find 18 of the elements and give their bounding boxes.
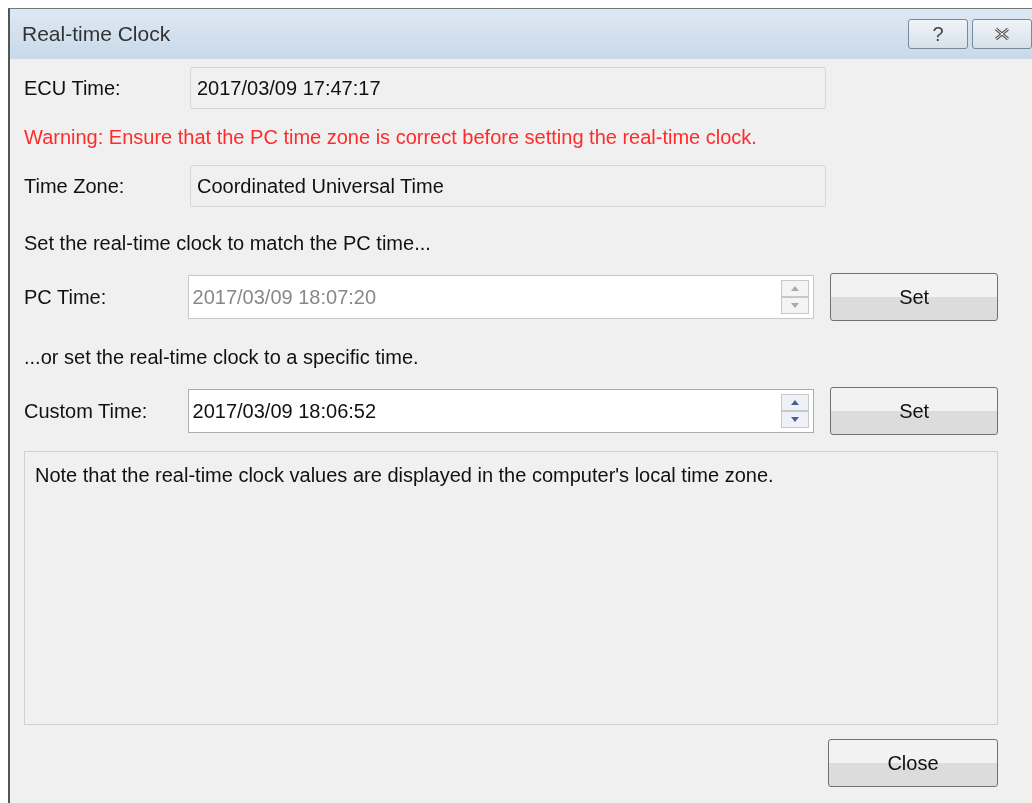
spinner-arrows[interactable] (781, 394, 810, 428)
close-icon (993, 27, 1011, 41)
help-button[interactable]: ? (908, 19, 968, 49)
set-button[interactable]: Set (830, 387, 998, 435)
window-title: Real-time Clock (22, 22, 171, 46)
note-text: Note that the real-time clock values are displayed in the computer's local time zone. (35, 464, 774, 486)
field-label: PC Time: (24, 285, 108, 309)
instruction-text: Set the real-time clock to match the PC time... (24, 231, 432, 256)
readonly-field: 2017/03/09 17:47:17 (190, 67, 826, 109)
field-label: Custom Time: (24, 399, 149, 423)
field-label: ECU Time: (24, 76, 122, 100)
warning-text: Warning: Ensure that the PC time zone is correct before setting the real-time clock. (24, 125, 758, 150)
field-label: Time Zone: (24, 174, 126, 198)
instruction-text: ...or set the real-time clock to a specific time. (24, 345, 420, 370)
time-field[interactable]: 2017/03/09 18:06:52 (187, 389, 815, 433)
readonly-field: Coordinated Universal Time (190, 165, 826, 207)
close-window-button[interactable] (972, 19, 1032, 49)
close-button[interactable]: Close (828, 739, 998, 787)
